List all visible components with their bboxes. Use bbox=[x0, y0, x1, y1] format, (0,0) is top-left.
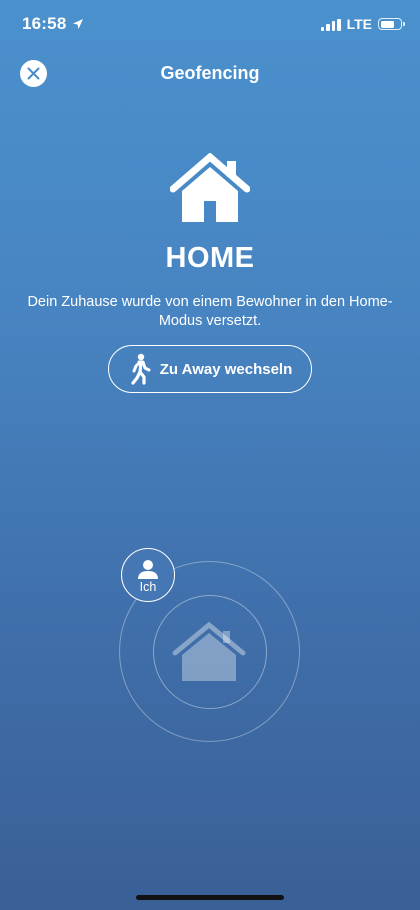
home-indicator[interactable] bbox=[136, 895, 284, 900]
geofencing-screen: 16:58 LTE Geofencing HOME Dein Zuhause w… bbox=[0, 0, 420, 910]
page-title: Geofencing bbox=[160, 63, 260, 83]
status-indicators: LTE bbox=[320, 16, 405, 32]
battery-icon bbox=[378, 18, 405, 30]
person-icon bbox=[138, 559, 158, 579]
user-location-marker[interactable]: Ich bbox=[121, 548, 175, 602]
switch-button-label: Zu Away wechseln bbox=[159, 360, 293, 378]
geofence-house-icon bbox=[172, 622, 246, 681]
switch-to-away-button[interactable]: Zu Away wechseln bbox=[108, 345, 312, 393]
network-type: LTE bbox=[346, 16, 372, 32]
status-time: 16:58 bbox=[22, 14, 67, 33]
house-icon bbox=[170, 153, 250, 222]
mode-description: Dein Zuhause wurde von einem Bewohner in… bbox=[27, 294, 393, 329]
mode-title: HOME bbox=[165, 242, 255, 274]
signal-icon bbox=[320, 18, 341, 31]
walking-person-icon bbox=[131, 353, 151, 385]
user-label: Ich bbox=[139, 579, 157, 594]
location-arrow-icon bbox=[73, 19, 83, 29]
